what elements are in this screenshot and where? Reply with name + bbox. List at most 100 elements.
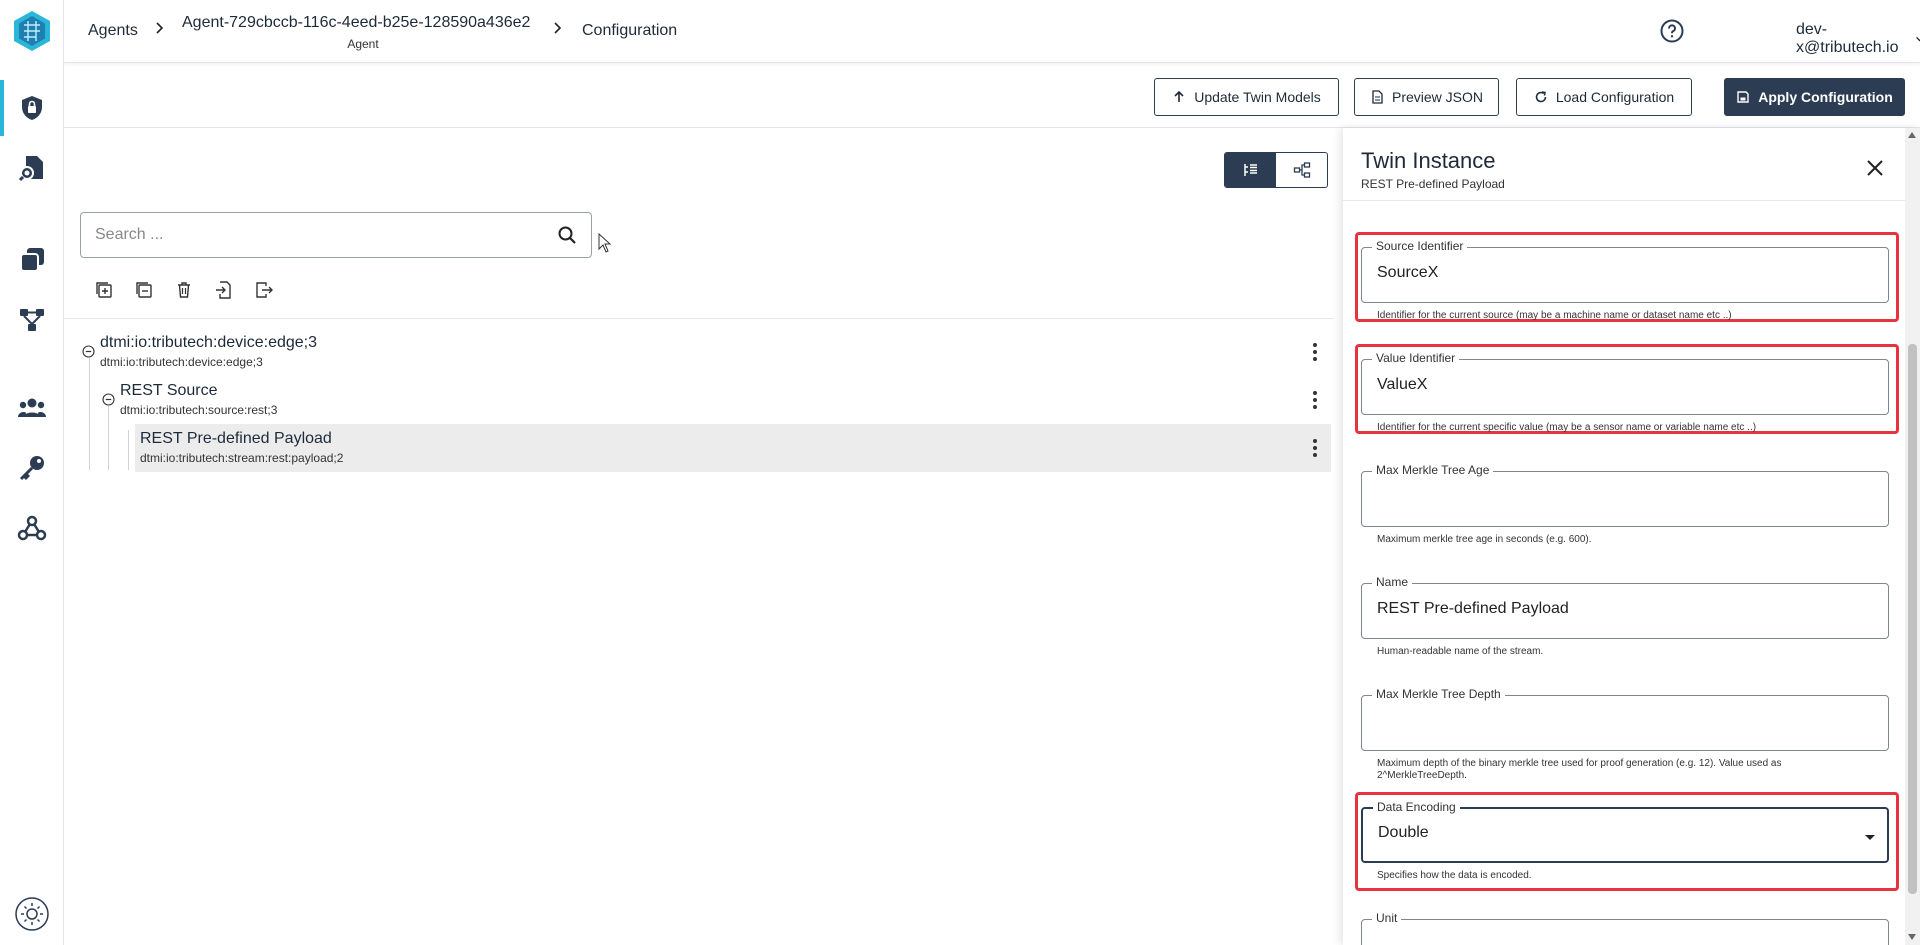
collapse-all-button[interactable]	[134, 280, 154, 300]
tributech-logo[interactable]	[10, 9, 54, 53]
trash-icon	[178, 282, 190, 298]
source-identifier-input[interactable]	[1377, 264, 1867, 282]
webhook-icon	[17, 515, 47, 541]
export-button[interactable]	[254, 280, 274, 300]
scrollbar-thumb[interactable]	[1908, 344, 1917, 894]
mouse-cursor-icon	[598, 233, 612, 253]
export-icon	[256, 282, 273, 298]
value-identifier-input[interactable]	[1377, 376, 1867, 394]
workflow-icon	[20, 309, 44, 331]
tree-node-id: dtmi:io:tributech:source:rest;3	[120, 403, 278, 417]
tree-node-name: dtmi:io:tributech:device:edge;3	[100, 334, 318, 351]
tree-guide-line	[89, 358, 90, 470]
delete-button[interactable]	[174, 280, 194, 300]
max-merkle-tree-depth-field: Max Merkle Tree Depth	[1361, 687, 1889, 751]
field-label: Unit	[1372, 911, 1402, 925]
nav-item-keys[interactable]	[0, 440, 64, 496]
breadcrumb-agent-id[interactable]: Agent-729cbccb-116c-4eed-b25e-128590a436…	[182, 14, 530, 32]
field-label: Max Merkle Tree Age	[1372, 463, 1494, 477]
max-merkle-tree-depth-input[interactable]	[1377, 712, 1867, 730]
nav-item-documents[interactable]	[0, 140, 64, 196]
tree-node-source[interactable]: REST Source dtmi:io:tributech:source:res…	[120, 382, 277, 417]
unit-input[interactable]	[1377, 936, 1867, 945]
name-input[interactable]	[1377, 600, 1867, 618]
user-menu[interactable]: dev-x@tributech.io	[1796, 21, 1920, 57]
more-vertical-icon[interactable]	[1309, 389, 1321, 411]
field-label: Max Merkle Tree Depth	[1372, 687, 1505, 701]
source-identifier-field: Source Identifier	[1361, 239, 1889, 303]
unit-field: Unit	[1361, 911, 1889, 945]
search-input[interactable]	[95, 226, 557, 244]
import-icon	[216, 281, 231, 299]
tree-view-button[interactable]	[1225, 153, 1276, 187]
nav-item-security[interactable]	[0, 80, 64, 136]
tree-node-stream[interactable]: REST Pre-defined Payload dtmi:io:tribute…	[140, 430, 343, 465]
field-hint: Maximum merkle tree age in seconds (e.g.…	[1377, 534, 1592, 545]
nav-item-users[interactable]	[0, 380, 64, 436]
document-search-icon	[18, 156, 43, 182]
collapse-all-icon	[136, 282, 152, 298]
apply-configuration-button[interactable]: Apply Configuration	[1724, 78, 1905, 116]
collapse-minus-icon[interactable]	[82, 345, 95, 358]
panel-title: Twin Instance	[1361, 148, 1496, 173]
scroll-up-arrow-icon[interactable]	[1908, 132, 1916, 138]
key-icon	[19, 456, 44, 481]
chevron-right-icon	[156, 22, 164, 34]
tree-node-id: dtmi:io:tributech:device:edge;3	[100, 355, 263, 369]
file-icon	[1372, 90, 1383, 104]
graph-view-button[interactable]	[1276, 153, 1327, 187]
tree-guide-line	[128, 430, 129, 470]
users-icon	[18, 398, 46, 417]
breadcrumb-configuration: Configuration	[582, 22, 678, 39]
tree-node-id: dtmi:io:tributech:stream:rest:payload;2	[140, 451, 344, 465]
nav-item-webhooks[interactable]	[0, 500, 64, 556]
tree-list-icon	[1243, 164, 1257, 176]
preview-json-button[interactable]: Preview JSON	[1354, 78, 1499, 116]
load-configuration-button[interactable]: Load Configuration	[1516, 78, 1692, 116]
graph-icon	[1293, 162, 1310, 178]
twin-instance-panel: Twin Instance REST Pre-defined Payload S…	[1343, 128, 1920, 945]
breadcrumb-agents[interactable]: Agents	[88, 22, 138, 40]
more-vertical-icon[interactable]	[1309, 341, 1321, 363]
action-bar: Update Twin Models Preview JSON Load Con…	[64, 64, 1920, 128]
expand-all-icon	[96, 282, 112, 298]
field-label: Data Encoding	[1373, 800, 1460, 814]
field-hint: Identifier for the current specific valu…	[1377, 422, 1757, 433]
value-identifier-field: Value Identifier	[1361, 351, 1889, 415]
lock-shield-icon	[22, 96, 42, 120]
nav-item-workflow[interactable]	[0, 292, 64, 348]
divider	[64, 318, 1334, 319]
search-icon[interactable]	[557, 225, 577, 245]
more-vertical-icon[interactable]	[1309, 437, 1321, 459]
max-merkle-tree-age-input[interactable]	[1377, 488, 1867, 506]
import-button[interactable]	[214, 280, 234, 300]
user-email: dev-x@tributech.io	[1796, 21, 1899, 56]
breadcrumb-agent-label: Agent	[347, 37, 379, 51]
name-field: Name	[1361, 575, 1889, 639]
data-encoding-select[interactable]: Data Encoding	[1361, 800, 1889, 863]
update-twin-models-button[interactable]: Update Twin Models	[1154, 78, 1339, 116]
collapse-minus-icon[interactable]	[102, 393, 115, 406]
chevron-right-icon	[554, 22, 562, 34]
tree-node-device[interactable]: dtmi:io:tributech:device:edge;3 dtmi:io:…	[100, 334, 317, 369]
field-label: Source Identifier	[1372, 239, 1468, 253]
data-encoding-value[interactable]	[1378, 824, 1868, 842]
help-icon[interactable]	[1660, 19, 1684, 43]
nav-item-streams[interactable]	[0, 232, 64, 288]
arrow-up-icon	[1174, 90, 1184, 102]
field-label: Value Identifier	[1372, 351, 1460, 365]
field-label: Name	[1372, 575, 1413, 589]
panel-subtitle: REST Pre-defined Payload	[1361, 177, 1505, 191]
expand-all-button[interactable]	[94, 280, 114, 300]
tree-node-name: REST Pre-defined Payload	[140, 430, 332, 447]
tree-toolbar	[94, 280, 274, 300]
scroll-down-arrow-icon[interactable]	[1908, 934, 1916, 940]
search-box	[80, 212, 592, 258]
field-hint: Human-readable name of the stream.	[1377, 646, 1544, 657]
tree-guide-line	[108, 406, 109, 470]
close-icon[interactable]	[1865, 158, 1885, 178]
field-hint: Maximum depth of the binary merkle tree …	[1377, 758, 1782, 781]
theme-toggle-sun-icon[interactable]	[14, 896, 50, 932]
view-toggle	[1224, 152, 1328, 188]
max-merkle-tree-age-field: Max Merkle Tree Age	[1361, 463, 1889, 527]
